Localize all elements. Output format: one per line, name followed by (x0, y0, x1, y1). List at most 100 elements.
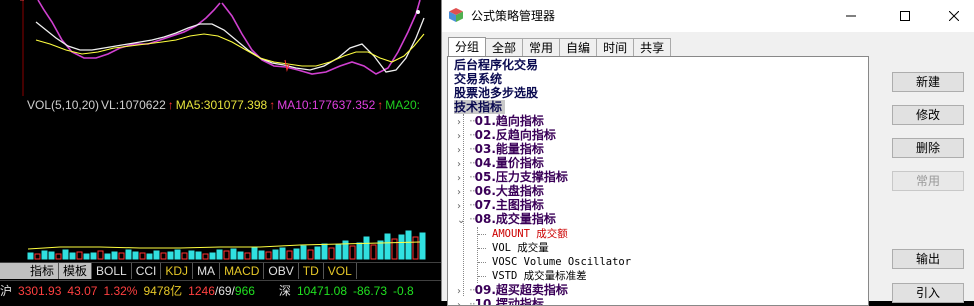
status-value: -86.73 (353, 284, 388, 298)
volume-bar (335, 244, 342, 260)
volume-bar (314, 246, 321, 260)
volume-bar (34, 253, 41, 260)
tree-root-trading-system[interactable]: 交易系统 (454, 72, 502, 86)
maximize-icon (900, 11, 910, 21)
minimize-icon (846, 15, 856, 17)
volume-bar (174, 249, 181, 260)
modify-button[interactable]: 修改 (892, 105, 964, 125)
volume-bar (90, 252, 97, 260)
volume-bar (265, 251, 272, 260)
volume-bar (286, 250, 293, 260)
volume-bar (300, 245, 307, 260)
volume-bar (349, 245, 356, 260)
new-button[interactable]: 新建 (892, 72, 964, 92)
minimize-button[interactable] (828, 0, 874, 32)
volume-bar (398, 234, 405, 260)
volume-bar (230, 248, 237, 260)
chevron-right-icon: › (457, 300, 461, 306)
volume-bar (27, 252, 34, 260)
volume-bar (258, 250, 265, 260)
volume-bar (83, 253, 90, 260)
common-button[interactable]: 常用 (892, 171, 964, 191)
status-value: 1.32% (103, 284, 138, 298)
status-value: 9478亿 (143, 284, 183, 298)
volume-bar (391, 238, 398, 260)
indicator-tab[interactable]: CCI (132, 263, 162, 279)
status-value: 43.07 (67, 284, 98, 298)
close-icon (949, 11, 959, 21)
tab-shared[interactable]: 共享 (633, 38, 672, 57)
volume-bar (118, 252, 125, 260)
tree-guide-line (478, 248, 486, 249)
tab-all[interactable]: 全部 (485, 38, 524, 57)
tree-leaf-amount[interactable]: AMOUNT 成交额 (492, 227, 568, 241)
status-value: 深 (278, 284, 291, 298)
delete-button[interactable]: 删除 (892, 138, 964, 158)
volume-bar (111, 251, 118, 260)
volume-bar (132, 251, 139, 260)
tree-leaf-vosc[interactable]: VOSC Volume Oscillator (492, 255, 631, 269)
tree-category[interactable]: › ··09.超买超卖指标 (457, 283, 568, 297)
indicator-tab[interactable]: MA (193, 263, 221, 279)
indicator-tab[interactable]: KDJ (161, 263, 194, 279)
import-button[interactable]: 引入 (892, 283, 964, 303)
market-status-bar: 沪 3301.93 43.07 1.32% 9478亿 1246/69/966 深 10471… (0, 280, 441, 301)
tree-guide-line (477, 227, 478, 283)
formula-tree[interactable]: 后台程序化交易 交易系统 股票池多步选股 技术指标 › ··01.趋向指标 › ··… (447, 56, 869, 306)
tree-leaf-vstd[interactable]: VSTD 成交量标准差 (492, 269, 587, 283)
tree-category[interactable]: › ··06.大盘指标 (457, 184, 544, 198)
volume-bar (125, 249, 132, 260)
volume-bar (181, 252, 188, 260)
volume-bar (167, 251, 174, 260)
tab-custom[interactable]: 自编 (559, 38, 598, 57)
volume-bar (405, 230, 412, 260)
indicator-tab[interactable]: OBV (264, 263, 299, 279)
indicator-tab[interactable]: BOLL (92, 263, 132, 279)
volume-bar (223, 250, 230, 260)
tree-guide-line (478, 234, 486, 235)
indicator-tab[interactable]: VOL (324, 263, 357, 279)
tree-category[interactable]: › ··04.量价指标 (457, 156, 544, 170)
status-value: -0.8 (393, 284, 414, 298)
tree-category[interactable]: › ··07.主图指标 (457, 198, 544, 212)
indicator-tab[interactable]: MACD (220, 263, 265, 279)
cube-app-icon (449, 8, 463, 22)
tree-root-background-trading[interactable]: 后台程序化交易 (454, 58, 538, 72)
indicator-tab[interactable]: TD (299, 263, 324, 279)
indicator-tab-bar: 指标 模板 BOLL CCI KDJ MA MACD OBV TD VOL (0, 262, 441, 279)
status-value: 3301.93 (18, 284, 62, 298)
volume-bar (69, 252, 76, 260)
tree-category[interactable]: › ··10.摆动指标 (457, 297, 544, 306)
title-bar: 公式策略管理器 (442, 0, 974, 32)
volume-bar (55, 253, 62, 260)
volume-bar (237, 251, 244, 260)
tree-category[interactable]: › ··01.趋向指标 (457, 114, 544, 128)
maximize-button[interactable] (882, 0, 928, 32)
tree-category[interactable]: › ··03.能量指标 (457, 142, 544, 156)
indicator-tab[interactable]: 模板 (59, 263, 93, 279)
tree-leaf-vol[interactable]: VOL 成交量 (492, 241, 549, 255)
tab-common[interactable]: 常用 (522, 38, 561, 57)
tree-root-stock-pool[interactable]: 股票池多步选股 (454, 86, 538, 100)
volume-bar (363, 236, 370, 260)
volume-bar (76, 251, 83, 260)
volume-bar (328, 247, 335, 260)
volume-bar (188, 250, 195, 260)
indicator-tab[interactable]: 指标 (0, 263, 60, 279)
tree-category-expanded[interactable]: ⌄ ··08.成交量指标 (457, 212, 556, 226)
tree-category[interactable]: › ··05.压力支撑指标 (457, 170, 568, 184)
volume-bar (356, 242, 363, 260)
export-button[interactable]: 输出 (892, 249, 964, 269)
tab-time[interactable]: 时间 (596, 38, 635, 57)
tree-category[interactable]: › ··02.反趋向指标 (457, 128, 556, 142)
tree-root-technical-indicators[interactable]: 技术指标 (454, 100, 506, 114)
tab-group[interactable]: 分组 (448, 37, 487, 58)
dialog-tab-row: 分组 全部 常用 自编 时间 共享 (448, 36, 672, 58)
volume-bar (216, 249, 223, 260)
close-button[interactable] (931, 0, 974, 32)
formula-manager-dialog: 公式策略管理器 分组 全部 常用 自编 时间 共享 后台程序化交易 交易系统 股票池多步选… (441, 0, 974, 306)
volume-bar (384, 233, 391, 260)
window-title: 公式策略管理器 (471, 9, 556, 23)
volume-bar (62, 249, 69, 260)
volume-bar (104, 253, 111, 260)
